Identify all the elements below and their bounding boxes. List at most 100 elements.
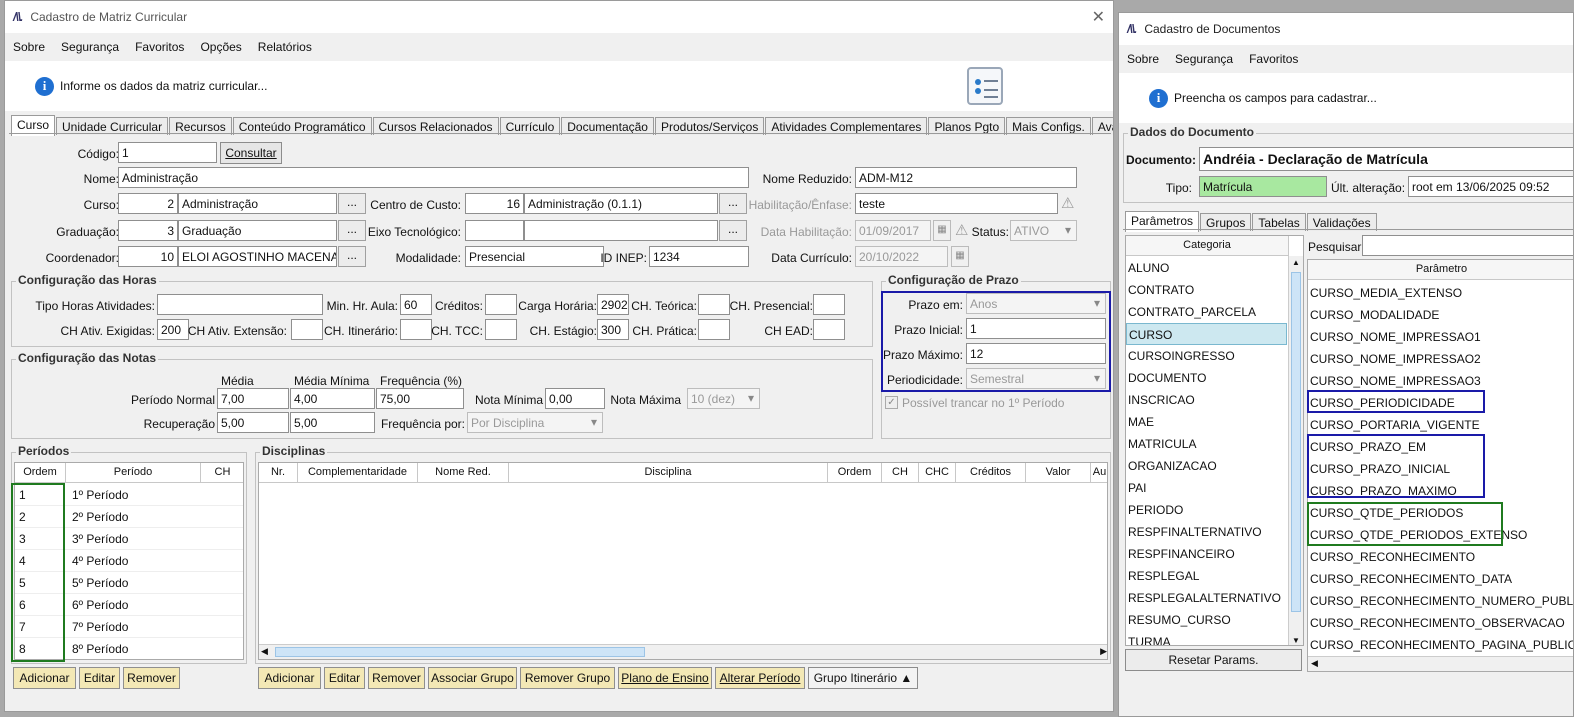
disciplina-adicionar-button[interactable]: Adicionar xyxy=(258,667,321,689)
curso-field[interactable]: Administração xyxy=(178,193,337,214)
list-item[interactable]: CURSO xyxy=(1126,323,1287,345)
list-item[interactable]: CURSO_NOME_IMPRESSAO1 xyxy=(1310,326,1481,348)
list-item[interactable]: RESPFINALTERNATIVO xyxy=(1126,521,1287,543)
list-item[interactable]: CURSO_RECONHECIMENTO_PAGINA_PUBLIC... xyxy=(1310,634,1573,656)
list-item[interactable]: MATRICULA xyxy=(1126,433,1287,455)
list-item[interactable]: PAI xyxy=(1126,477,1287,499)
list-item[interactable]: CURSO_RECONHECIMENTO_OBSERVACAO xyxy=(1310,612,1565,634)
id-inep-field[interactable]: 1234 xyxy=(649,246,749,267)
prazo-maximo-field[interactable]: 12 xyxy=(966,343,1106,364)
graduacao-id-field[interactable]: 3 xyxy=(118,220,178,241)
remover-grupo-button[interactable]: Remover Grupo xyxy=(520,667,615,689)
pesquisar-field[interactable] xyxy=(1362,235,1573,256)
resetar-params-button[interactable]: Resetar Params. xyxy=(1125,649,1302,671)
pn-media-field[interactable]: 7,00 xyxy=(217,388,289,409)
list-item[interactable]: ALUNO xyxy=(1126,257,1287,279)
eixo-id-field[interactable] xyxy=(465,220,524,241)
ch-itinerario-field[interactable] xyxy=(400,319,432,340)
list-item[interactable]: CURSO_MODALIDADE xyxy=(1310,304,1439,326)
col-ordem[interactable]: Ordem xyxy=(828,463,882,483)
list-item[interactable]: PERIODO xyxy=(1126,499,1287,521)
list-item[interactable]: CONTRATO xyxy=(1126,279,1287,301)
ch-ead-field[interactable] xyxy=(813,319,845,340)
periodo-adicionar-button[interactable]: Adicionar xyxy=(13,667,76,689)
habilitacao-field[interactable]: teste xyxy=(855,193,1058,214)
graduacao-search-button[interactable]: ... xyxy=(338,220,366,241)
status-select[interactable]: ATIVO xyxy=(1010,220,1077,241)
list-item[interactable]: CURSO_RECONHECIMENTO_DATA xyxy=(1310,568,1512,590)
list-item[interactable]: TURMA xyxy=(1126,631,1287,645)
col-nome-red[interactable]: Nome Red. xyxy=(418,463,509,483)
disciplina-editar-button[interactable]: Editar xyxy=(324,667,365,689)
scroll-down-icon[interactable]: ▼ xyxy=(1292,636,1300,645)
col-valor[interactable]: Valor xyxy=(1026,463,1091,483)
grupo-itinerario-button[interactable]: Grupo Itinerário ▲ xyxy=(808,667,918,689)
eixo-field[interactable] xyxy=(524,220,718,241)
categoria-header[interactable]: Categoria xyxy=(1126,236,1289,256)
ch-teorica-field[interactable] xyxy=(698,294,730,315)
ch-pratica-field[interactable] xyxy=(698,319,730,340)
list-item[interactable]: DOCUMENTO xyxy=(1126,367,1287,389)
pn-frequencia-field[interactable]: 75,00 xyxy=(376,388,464,409)
col-complementaridade[interactable]: Complementaridade xyxy=(298,463,418,483)
periodo-remover-button[interactable]: Remover xyxy=(123,667,180,689)
parametro-header[interactable]: Parâmetro xyxy=(1308,260,1573,280)
menu-favoritos[interactable]: Favoritos xyxy=(1249,52,1298,66)
associar-grupo-button[interactable]: Associar Grupo xyxy=(428,667,517,689)
col-nr[interactable]: Nr. xyxy=(259,463,298,483)
coordenador-id-field[interactable]: 10 xyxy=(118,246,178,267)
nome-field[interactable]: Administração xyxy=(118,167,749,188)
scroll-right-icon[interactable]: ▶ xyxy=(1100,646,1107,657)
nome-reduzido-field[interactable]: ADM-M12 xyxy=(855,167,1077,188)
menu-sobre[interactable]: Sobre xyxy=(13,40,45,54)
codigo-field[interactable]: 1 xyxy=(118,142,217,163)
menu-opcoes[interactable]: Opções xyxy=(200,40,241,54)
prazo-inicial-field[interactable]: 1 xyxy=(966,318,1106,339)
col-disciplina[interactable]: Disciplina xyxy=(509,463,828,483)
list-item[interactable]: CONTRATO_PARCELA xyxy=(1126,301,1287,323)
centro-field[interactable]: Administração (0.1.1) xyxy=(524,193,718,214)
rec-media-min-field[interactable]: 5,00 xyxy=(290,412,375,433)
rec-media-field[interactable]: 5,00 xyxy=(217,412,289,433)
ch-ativ-extensao-field[interactable] xyxy=(291,319,323,340)
menu-favoritos[interactable]: Favoritos xyxy=(135,40,184,54)
close-icon[interactable]: ✕ xyxy=(1092,7,1105,27)
horizontal-scrollbar[interactable]: ◀ ▶ xyxy=(259,644,1107,659)
list-item[interactable]: RESUMO_CURSO xyxy=(1126,609,1287,631)
documento-field[interactable]: Andréia - Declaração de Matrícula xyxy=(1199,147,1573,171)
pn-media-min-field[interactable]: 4,00 xyxy=(290,388,375,409)
coordenador-search-button[interactable]: ... xyxy=(338,246,366,267)
col-ch[interactable]: CH xyxy=(201,463,243,483)
ch-ativ-exigidas-field[interactable]: 200 xyxy=(157,319,189,340)
curso-id-field[interactable]: 2 xyxy=(118,193,178,214)
list-item[interactable]: CURSO_NOME_IMPRESSAO2 xyxy=(1310,348,1481,370)
list-item[interactable]: RESPLEGAL xyxy=(1126,565,1287,587)
list-item[interactable]: CURSO_MEDIA_EXTENSO xyxy=(1310,282,1462,304)
col-ch[interactable]: CH xyxy=(882,463,919,483)
coordenador-field[interactable]: ELOI AGOSTINHO MACENA xyxy=(178,246,337,267)
list-item[interactable]: ORGANIZACAO xyxy=(1126,455,1287,477)
list-item[interactable]: MAE xyxy=(1126,411,1287,433)
eixo-search-button[interactable]: ... xyxy=(719,220,747,241)
col-ordem[interactable]: Ordem xyxy=(15,463,66,483)
horizontal-scrollbar[interactable]: ◀ xyxy=(1308,656,1573,671)
graduacao-field[interactable]: Graduação xyxy=(178,220,337,241)
ch-estagio-field[interactable]: 300 xyxy=(597,319,629,340)
list-item[interactable]: CURSO_PORTARIA_VIGENTE xyxy=(1310,414,1480,436)
list-item[interactable]: CURSO_RECONHECIMENTO xyxy=(1310,546,1475,568)
modalidade-field[interactable]: Presencial xyxy=(465,246,604,267)
calendar-icon[interactable]: ▦ xyxy=(933,220,951,241)
disciplina-remover-button[interactable]: Remover xyxy=(368,667,425,689)
scroll-thumb[interactable] xyxy=(275,647,645,657)
list-item[interactable]: CURSO_NOME_IMPRESSAO3 xyxy=(1310,370,1481,392)
tipo-horas-field[interactable] xyxy=(157,294,323,315)
data-curriculo-field[interactable]: 20/10/2022 xyxy=(855,246,948,267)
periodo-editar-button[interactable]: Editar xyxy=(79,667,120,689)
alterar-periodo-button[interactable]: Alterar Período xyxy=(715,667,805,689)
scroll-left-icon[interactable]: ◀ xyxy=(1311,658,1318,669)
nota-maxima-select[interactable]: 10 (dez) xyxy=(687,388,760,409)
data-habilitacao-field[interactable]: 01/09/2017 xyxy=(855,220,931,241)
col-creditos[interactable]: Créditos xyxy=(956,463,1026,483)
periodicidade-select[interactable]: Semestral xyxy=(966,368,1106,389)
ch-tcc-field[interactable] xyxy=(485,319,517,340)
